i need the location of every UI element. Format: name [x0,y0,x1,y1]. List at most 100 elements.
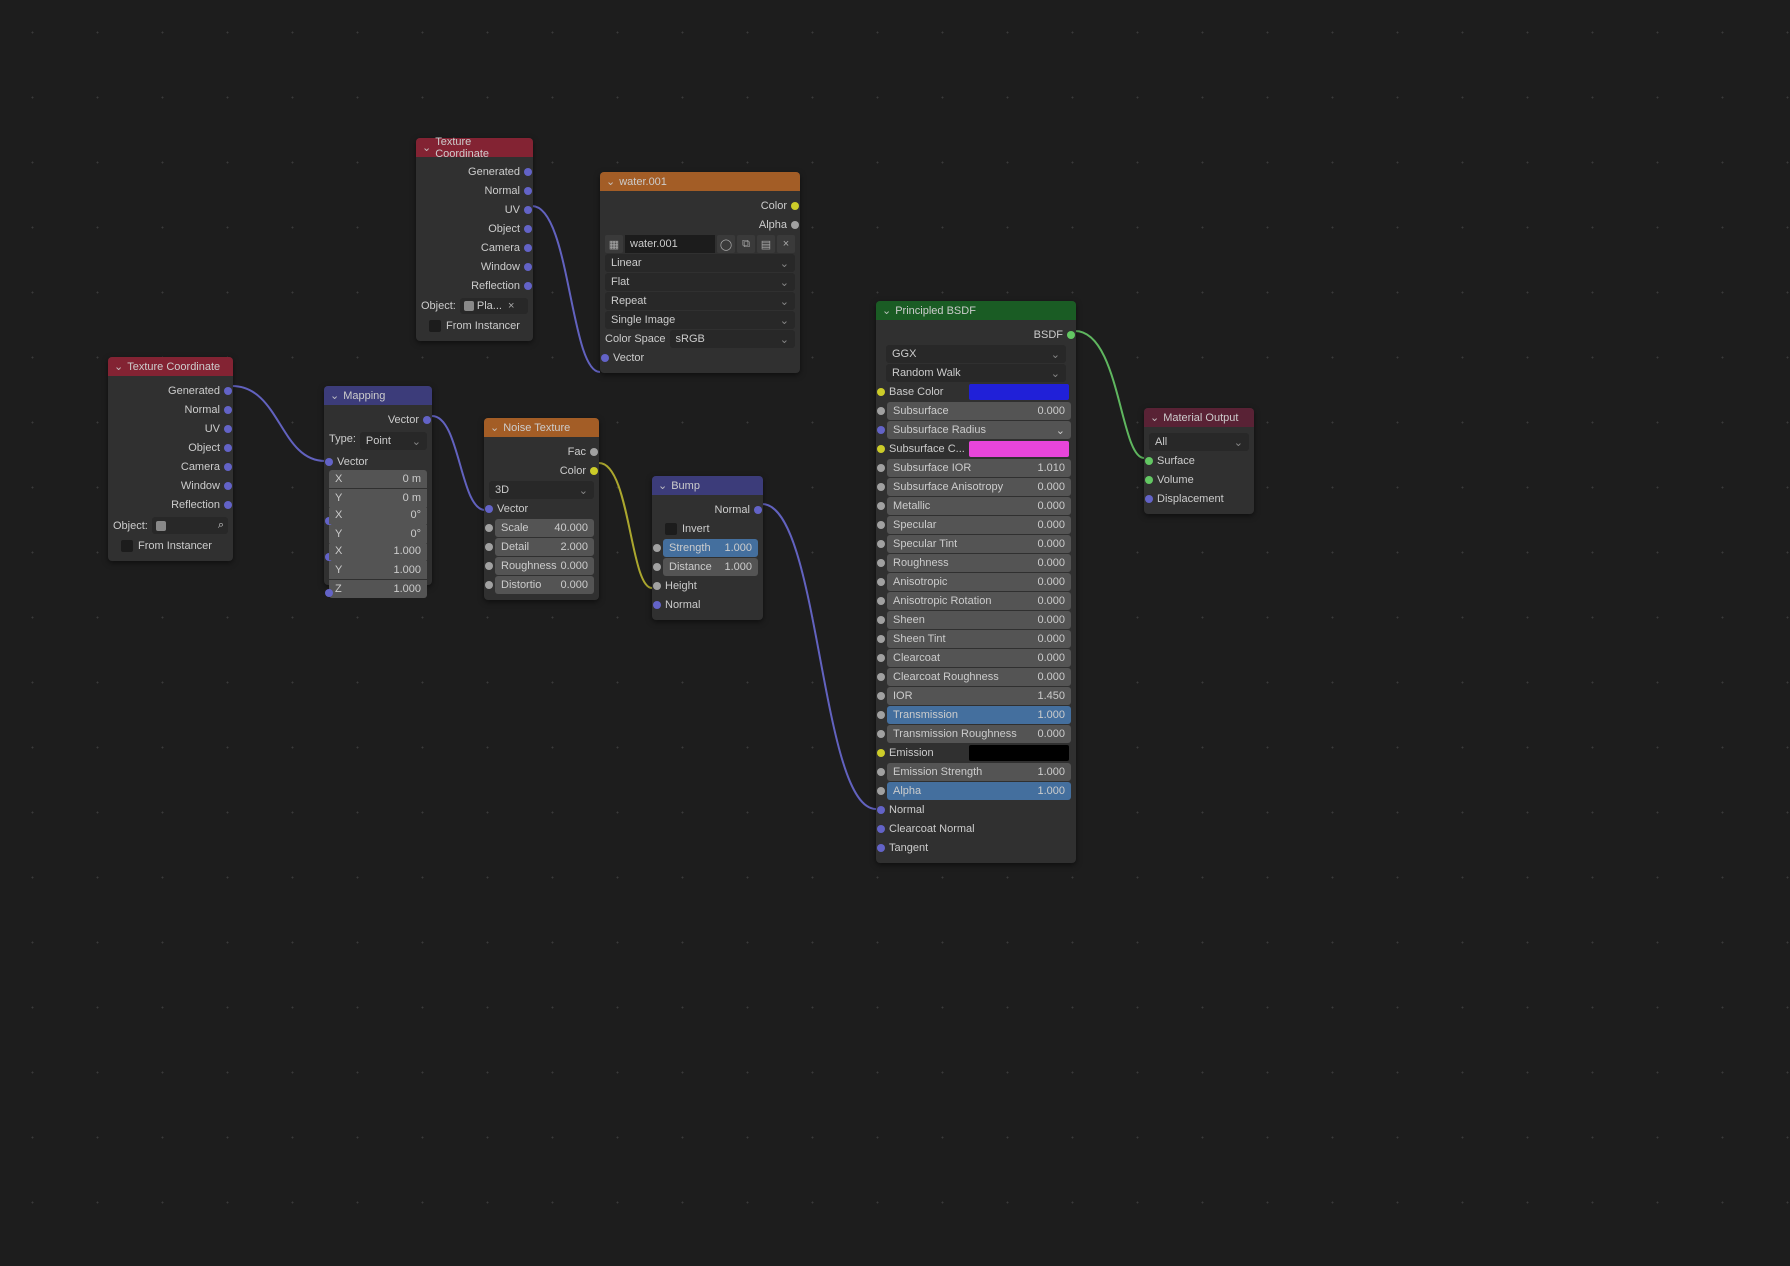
node-principled-bsdf[interactable]: ⌄Principled BSDF BSDF GGX Random Walk Ba… [876,301,1076,863]
socket-out-generated[interactable]: Generated [421,163,528,181]
extension-dropdown[interactable]: Repeat [605,292,795,310]
node-header[interactable]: ⌄ Material Output [1144,408,1254,427]
socket-out-normal[interactable]: Normal [657,501,758,519]
socket-out-object[interactable]: Object [421,220,528,238]
socket-in-surface[interactable]: Surface [1149,452,1249,470]
socket-out-fac[interactable]: Fac [489,443,594,461]
colorspace-dropdown[interactable]: sRGB [670,330,795,348]
socket-out-uv[interactable]: UV [113,420,228,438]
open-icon[interactable]: ▤ [757,235,775,253]
socket-in-tangent[interactable]: Tangent [881,839,1071,857]
chevron-down-icon: ⌄ [490,421,499,434]
from-instancer-check[interactable]: From Instancer [113,537,228,555]
node-title: water.001 [619,176,667,188]
interpolation-dropdown[interactable]: Linear [605,254,795,272]
chevron-down-icon: ⌄ [1150,411,1159,424]
node-title: Noise Texture [503,422,570,434]
socket-in-distance: Distance1.000 [657,558,758,576]
socket-out-window[interactable]: Window [421,258,528,276]
socket-out-camera[interactable]: Camera [421,239,528,257]
close-icon[interactable]: × [777,235,795,253]
socket-in-subsurface-color[interactable]: Subsurface C... [881,440,1071,458]
subsurface-method-dropdown[interactable]: Random Walk [886,364,1066,382]
socket-in-sheen-tint: Sheen Tint0.000 [881,630,1071,648]
object-picker[interactable]: ⌕ [152,517,228,534]
socket-in-height[interactable]: Height [657,577,758,595]
socket-out-normal[interactable]: Normal [113,401,228,419]
socket-out-color[interactable]: Color [489,462,594,480]
socket-in-metallic: Metallic0.000 [881,497,1071,515]
socket-in-alpha: Alpha1.000 [881,782,1071,800]
socket-out-reflection[interactable]: Reflection [113,496,228,514]
chevron-down-icon: ⌄ [114,360,123,373]
type-label: Type: [329,431,356,451]
sss-color-swatch [969,441,1069,457]
unlink-icon[interactable]: ◯ [717,235,735,253]
node-header[interactable]: ⌄Texture Coordinate [416,138,533,157]
socket-in-base-color[interactable]: Base Color [881,383,1071,401]
socket-out-alpha[interactable]: Alpha [605,216,795,234]
object-label: Object: [113,520,148,532]
node-header[interactable]: ⌄ Texture Coordinate [108,357,233,376]
node-title: Bump [671,480,700,492]
node-noise-texture[interactable]: ⌄Noise Texture Fac Color 3D Vector Scale… [484,418,599,600]
base-color-swatch [969,384,1069,400]
socket-in-anisotropic: Anisotropic0.000 [881,573,1071,591]
socket-in-strength: Strength1.000 [657,539,758,557]
socket-out-reflection[interactable]: Reflection [421,277,528,295]
node-mapping[interactable]: ⌄Mapping Vector Type:Point Vector Locati… [324,386,432,585]
projection-dropdown[interactable]: Flat [605,273,795,291]
socket-in-vector[interactable]: Vector [489,500,594,518]
socket-in-emission[interactable]: Emission [881,744,1071,762]
node-header[interactable]: ⌄Principled BSDF [876,301,1076,320]
socket-in-distortion: Distortio0.000 [489,576,594,594]
chevron-down-icon: ⌄ [658,479,667,492]
node-title: Texture Coordinate [127,361,220,373]
socket-out-color[interactable]: Color [605,197,795,215]
node-header[interactable]: ⌄ Noise Texture [484,418,599,437]
newcopy-icon[interactable]: ⧉ [737,235,755,253]
node-title: Material Output [1163,412,1238,424]
node-image-texture[interactable]: ⌄water.001 Color Alpha ▦ water.001 ◯ ⧉ ▤… [600,172,800,373]
invert-check[interactable]: Invert [657,520,758,538]
socket-in-detail: Detail2.000 [489,538,594,556]
target-dropdown[interactable]: All [1149,433,1249,451]
object-label: Object: [421,300,456,312]
socket-out-object[interactable]: Object [113,439,228,457]
clear-icon[interactable]: × [505,300,517,312]
socket-in-vector[interactable]: Vector [605,349,795,367]
image-browser[interactable]: ▦ water.001 ◯ ⧉ ▤ × [605,235,795,253]
socket-in-volume[interactable]: Volume [1149,471,1249,489]
type-dropdown[interactable]: Point [360,432,427,450]
node-header[interactable]: ⌄water.001 [600,172,800,191]
socket-out-window[interactable]: Window [113,477,228,495]
dimensions-dropdown[interactable]: 3D [489,481,594,499]
socket-in-subsurface: Subsurface0.000 [881,402,1071,420]
socket-out-camera[interactable]: Camera [113,458,228,476]
source-dropdown[interactable]: Single Image [605,311,795,329]
node-material-output[interactable]: ⌄ Material Output All Surface Volume Disp… [1144,408,1254,514]
socket-out-uv[interactable]: UV [421,201,528,219]
socket-in-displacement[interactable]: Displacement [1149,490,1249,508]
from-instancer-check[interactable]: From Instancer [421,317,528,335]
node-header[interactable]: ⌄ Bump [652,476,763,495]
node-texture-coordinate-1[interactable]: ⌄Texture Coordinate Generated Normal UV … [108,357,233,561]
distribution-dropdown[interactable]: GGX [886,345,1066,363]
socket-in-normal[interactable]: Normal [657,596,758,614]
socket-in-clearcoat-normal[interactable]: Clearcoat Normal [881,820,1071,838]
socket-in-clearcoat-roughness: Clearcoat Roughness0.000 [881,668,1071,686]
socket-out-vector[interactable]: Vector [329,411,427,429]
socket-in-clearcoat: Clearcoat0.000 [881,649,1071,667]
node-texture-coordinate-2[interactable]: ⌄Texture Coordinate Generated Normal UV … [416,138,533,341]
socket-in-normal[interactable]: Normal [881,801,1071,819]
node-bump[interactable]: ⌄ Bump Normal Invert Strength1.000 Distan… [652,476,763,620]
socket-out-normal[interactable]: Normal [421,182,528,200]
node-header[interactable]: ⌄Mapping [324,386,432,405]
object-picker[interactable]: Pla...× [460,298,528,314]
scale-inputs[interactable]: X1.000 Y1.000 Z1.000 [329,541,427,599]
socket-out-generated[interactable]: Generated [113,382,228,400]
socket-in-emission-strength: Emission Strength1.000 [881,763,1071,781]
image-icon[interactable]: ▦ [605,235,623,253]
chevron-down-icon: ⌄ [330,389,339,402]
socket-out-bsdf[interactable]: BSDF [881,326,1071,344]
